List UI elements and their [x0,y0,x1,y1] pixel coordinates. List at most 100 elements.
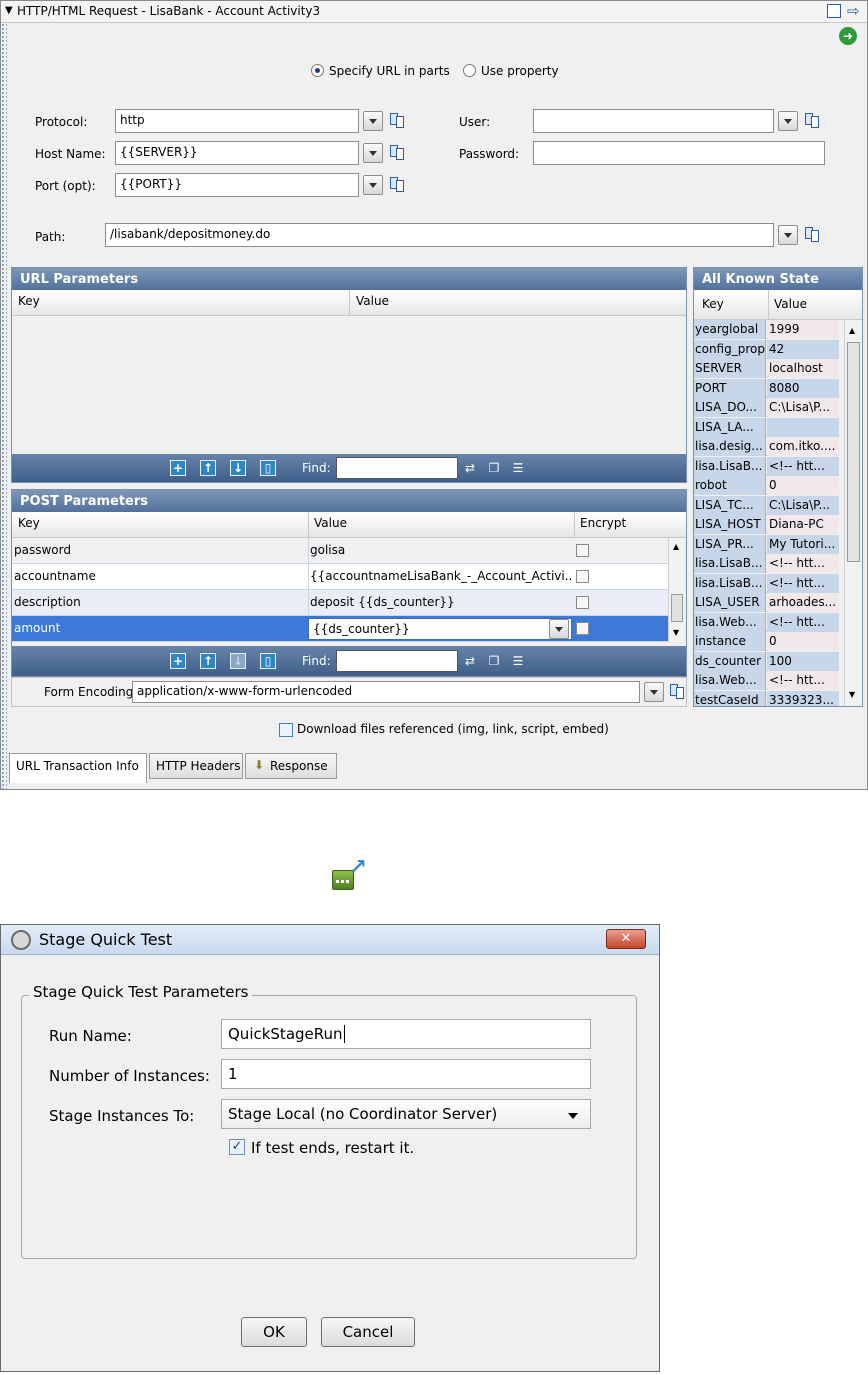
list-icon[interactable]: ☰ [510,654,526,668]
state-row[interactable]: config_prop 42 [694,339,839,359]
port-field[interactable]: {{PORT}} [115,173,359,197]
detach-icon[interactable] [827,4,841,18]
encrypt-checkbox[interactable] [576,544,589,557]
post-params-scrollbar[interactable]: ▲ ▼ [668,538,684,642]
host-dropdown-button[interactable] [363,143,383,163]
state-row[interactable]: robot 0 [694,476,839,495]
scroll-thumb[interactable] [671,594,683,622]
post-row[interactable]: accountname {{accountnameLisaBank_-_Acco… [12,564,668,590]
move-up-icon[interactable]: ↑ [200,653,216,669]
delete-icon[interactable]: ▯ [260,460,276,476]
state-row[interactable]: LISA_HOST Diana-PC [694,515,839,534]
state-row[interactable]: lisa.LisaB... <!-- htt... [694,456,839,476]
state-row[interactable]: SERVER localhost [694,359,839,378]
collapse-arrow-icon[interactable]: ▼ [5,5,13,16]
state-row[interactable]: lisa.Web... <!-- htt... [694,612,839,632]
state-row[interactable]: PORT 8080 [694,378,839,398]
close-icon[interactable]: ✕ [606,929,646,949]
amount-value-editor[interactable]: {{ds_counter}} [308,618,572,640]
copy-icon[interactable]: ❐ [486,654,502,668]
state-row[interactable]: lisa.LisaB... <!-- htt... [694,554,839,573]
url-find-input[interactable] [336,457,458,479]
state-row[interactable]: lisa.Web... <!-- htt... [694,671,839,690]
protocol-field[interactable]: http [115,109,359,133]
copy-icon[interactable]: ❐ [486,461,502,475]
post-row-selected[interactable]: amount {{ds_counter}} [12,616,668,642]
dialog-title-bar[interactable]: Stage Quick Test ✕ [1,925,659,955]
state-row[interactable]: LISA_PR... My Tutori... [694,534,839,554]
port-property-icon[interactable] [390,177,404,192]
next-arrow-icon[interactable]: ⇨ [847,2,860,20]
known-state-scrollbar[interactable]: ▲ ▼ [844,320,861,706]
tab-http-headers[interactable]: HTTP Headers [149,753,243,779]
state-col-key[interactable]: Key [702,297,724,311]
post-row[interactable]: password golisa [12,538,668,564]
move-down-icon[interactable]: ↓ [230,460,246,476]
panel-title-bar[interactable]: ▼ HTTP/HTML Request - LisaBank - Account… [1,1,867,23]
path-property-icon[interactable] [805,227,819,242]
stage-to-select[interactable]: Stage Local (no Coordinator Server) [221,1099,591,1129]
host-field[interactable]: {{SERVER}} [115,141,359,165]
specify-url-radio[interactable] [311,64,324,77]
post-col-key[interactable]: Key [18,516,40,530]
delete-icon[interactable]: ▯ [260,653,276,669]
post-row-value[interactable]: {{accountnameLisaBank_-_Account_Activi..… [310,569,572,583]
user-property-icon[interactable] [805,113,819,128]
state-row[interactable]: testCaseId 3339323... [694,690,839,706]
encrypt-checkbox[interactable] [576,570,589,583]
host-property-icon[interactable] [390,145,404,160]
add-row-icon[interactable]: + [170,653,186,669]
scroll-thumb[interactable] [847,342,860,562]
state-row[interactable]: LISA_USER arhoades... [694,593,839,612]
scroll-up-icon[interactable]: ▲ [673,542,679,551]
form-encoding-dropdown-button[interactable] [644,682,664,702]
state-row[interactable]: LISA_LA... [694,417,839,437]
user-dropdown-button[interactable] [778,111,798,131]
state-col-value[interactable]: Value [774,297,807,311]
cancel-button[interactable]: Cancel [321,1317,415,1347]
path-field[interactable]: /lisabank/depositmoney.do [105,223,774,247]
scroll-down-icon[interactable]: ▼ [673,628,679,637]
user-field[interactable] [533,109,774,133]
swap-icon[interactable]: ⇄ [462,461,478,475]
post-col-value[interactable]: Value [314,516,347,530]
tab-response[interactable]: ⬇ Response [245,753,337,779]
amount-dropdown-button[interactable] [549,619,569,639]
restart-checkbox[interactable]: ✓ [229,1139,245,1155]
post-row[interactable]: description deposit {{ds_counter}} [12,590,668,616]
password-field[interactable] [533,141,825,165]
download-files-checkbox[interactable] [279,723,293,737]
url-col-key[interactable]: Key [18,294,40,308]
state-row[interactable]: lisa.desig... com.itko.... [694,437,839,456]
instances-input[interactable]: 1 [221,1059,591,1089]
run-green-icon[interactable]: ➜ [839,27,857,45]
ok-button[interactable]: OK [241,1317,307,1347]
post-row-value[interactable]: deposit {{ds_counter}} [310,595,572,609]
protocol-dropdown-button[interactable] [363,111,383,131]
chevron-down-icon[interactable] [568,1113,578,1119]
encrypt-checkbox[interactable] [576,622,589,635]
run-name-input[interactable]: QuickStageRun​ [221,1019,591,1049]
add-row-icon[interactable]: + [170,460,186,476]
state-row[interactable]: ds_counter 100 [694,651,839,671]
protocol-property-icon[interactable] [390,113,404,128]
post-col-encrypt[interactable]: Encrypt [580,516,626,530]
state-row[interactable]: lisa.LisaB... <!-- htt... [694,573,839,593]
url-parameters-table-body[interactable] [12,316,686,454]
form-encoding-field[interactable]: application/x-www-form-urlencoded [132,681,640,703]
post-find-input[interactable] [336,650,458,672]
path-dropdown-button[interactable] [778,225,798,245]
state-row[interactable]: LISA_TC... C:\Lisa\P... [694,495,839,515]
form-encoding-property-icon[interactable] [670,684,684,699]
use-property-radio[interactable] [463,64,476,77]
known-state-table-body[interactable]: yearglobal 1999 config_prop 42 SERVER local… [694,320,842,706]
state-row[interactable]: yearglobal 1999 [694,320,839,339]
swap-icon[interactable]: ⇄ [462,654,478,668]
url-col-value[interactable]: Value [356,294,389,308]
scroll-down-icon[interactable]: ▼ [849,690,855,699]
list-icon[interactable]: ☰ [510,461,526,475]
move-up-icon[interactable]: ↑ [200,460,216,476]
state-row[interactable]: LISA_DO... C:\Lisa\P... [694,398,839,417]
scroll-up-icon[interactable]: ▲ [849,326,855,335]
encrypt-checkbox[interactable] [576,596,589,609]
